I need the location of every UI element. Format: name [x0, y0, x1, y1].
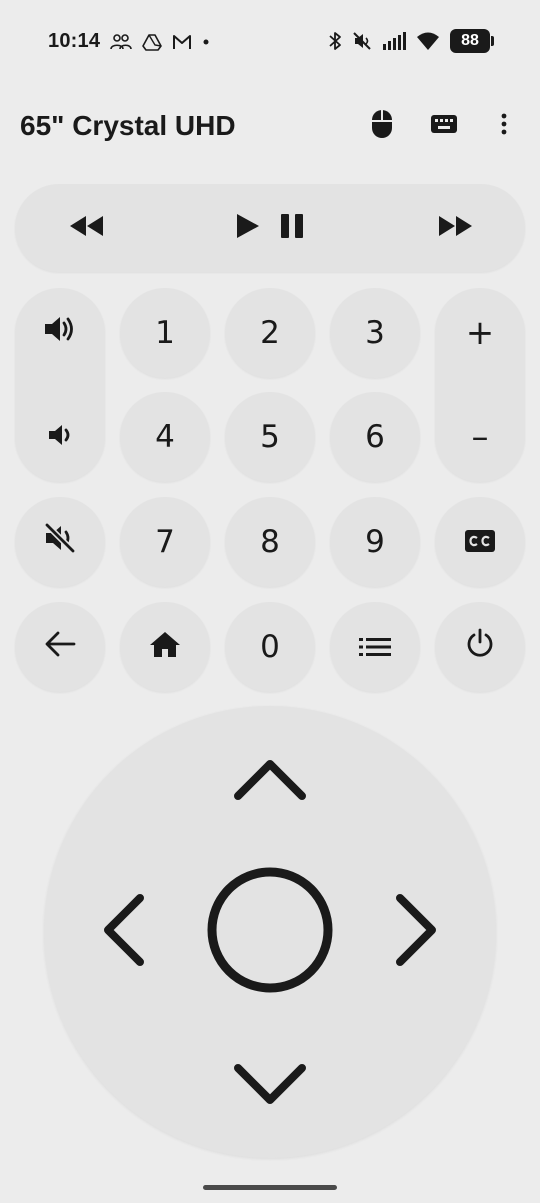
home-indicator[interactable]: [203, 1185, 337, 1190]
key-0-label: 0: [260, 629, 280, 665]
rewind-button[interactable]: [61, 208, 111, 248]
volume-up-icon: [43, 314, 77, 353]
signal-icon: [382, 31, 406, 51]
channel-down-button[interactable]: –: [435, 392, 525, 482]
battery-indicator: 88: [450, 29, 494, 53]
key-9-label: 9: [365, 524, 385, 560]
play-pause-icon: [231, 211, 309, 246]
home-icon: [149, 629, 181, 666]
back-arrow-icon: [44, 629, 76, 666]
status-right: 88: [328, 29, 494, 53]
people-icon: [110, 33, 132, 51]
list-menu-icon: [358, 629, 392, 666]
status-bar: 10:14 88: [0, 0, 540, 86]
key-8[interactable]: 8: [225, 497, 315, 587]
key-6[interactable]: 6: [330, 392, 420, 482]
dpad-down-button[interactable]: [220, 1046, 320, 1126]
volume-off-icon: [43, 522, 77, 562]
battery-tip: [491, 36, 494, 46]
keyboard-button[interactable]: [424, 106, 464, 146]
key-2[interactable]: 2: [225, 288, 315, 378]
key-5-label: 5: [260, 419, 280, 455]
keyboard-icon: [430, 113, 458, 140]
key-1[interactable]: 1: [120, 288, 210, 378]
dpad-ok-button[interactable]: [205, 867, 335, 997]
dot-icon: [202, 38, 210, 46]
more-vert-icon: [501, 113, 507, 140]
dpad: [44, 706, 496, 1158]
mute-icon: [352, 31, 372, 51]
dpad-right-button[interactable]: [376, 882, 456, 982]
device-title: 65" Crystal UHD: [20, 110, 236, 141]
key-0[interactable]: 0: [225, 602, 315, 692]
chevron-down-icon: [234, 1062, 306, 1111]
menu-button[interactable]: [330, 602, 420, 692]
channel-up-button[interactable]: +: [435, 288, 525, 378]
channel-rocker: + –: [435, 288, 525, 482]
chevron-up-icon: [234, 758, 306, 807]
dpad-left-button[interactable]: [84, 882, 164, 982]
key-3[interactable]: 3: [330, 288, 420, 378]
battery-level: 88: [450, 29, 490, 53]
chevron-right-icon: [394, 893, 438, 971]
app-header: 65" Crystal UHD: [0, 96, 540, 156]
chevron-left-icon: [102, 893, 146, 971]
key-7[interactable]: 7: [120, 497, 210, 587]
channel-up-label: +: [465, 313, 495, 353]
key-9[interactable]: 9: [330, 497, 420, 587]
volume-rocker: [15, 288, 105, 482]
key-1-label: 1: [155, 315, 175, 351]
key-6-label: 6: [365, 419, 385, 455]
bluetooth-icon: [328, 31, 342, 51]
key-7-label: 7: [155, 524, 175, 560]
fast-forward-icon: [436, 214, 476, 243]
home-button[interactable]: [120, 602, 210, 692]
key-2-label: 2: [260, 315, 280, 351]
closed-captions-icon: [464, 524, 496, 561]
wifi-icon: [416, 31, 440, 51]
gmail-icon: [172, 34, 192, 50]
status-time: 10:14: [48, 30, 101, 52]
key-8-label: 8: [260, 524, 280, 560]
channel-down-label: –: [471, 417, 489, 457]
ok-circle-icon: [206, 866, 334, 999]
volume-down-icon: [47, 418, 73, 457]
dpad-up-button[interactable]: [220, 742, 320, 822]
status-left: 10:14: [48, 30, 210, 53]
power-button[interactable]: [435, 602, 525, 692]
power-icon: [464, 627, 496, 667]
mouse-icon: [371, 109, 393, 144]
key-3-label: 3: [365, 315, 385, 351]
mouse-button[interactable]: [362, 106, 402, 146]
rewind-icon: [66, 214, 106, 243]
mute-button[interactable]: [15, 497, 105, 587]
drive-icon: [142, 33, 162, 51]
volume-down-button[interactable]: [15, 392, 105, 482]
key-4-label: 4: [155, 419, 175, 455]
fast-forward-button[interactable]: [431, 208, 481, 248]
key-5[interactable]: 5: [225, 392, 315, 482]
back-button[interactable]: [15, 602, 105, 692]
volume-up-button[interactable]: [15, 288, 105, 378]
more-options-button[interactable]: [484, 106, 524, 146]
captions-button[interactable]: [435, 497, 525, 587]
play-pause-button[interactable]: [229, 208, 311, 248]
key-4[interactable]: 4: [120, 392, 210, 482]
media-controls: [15, 184, 525, 272]
